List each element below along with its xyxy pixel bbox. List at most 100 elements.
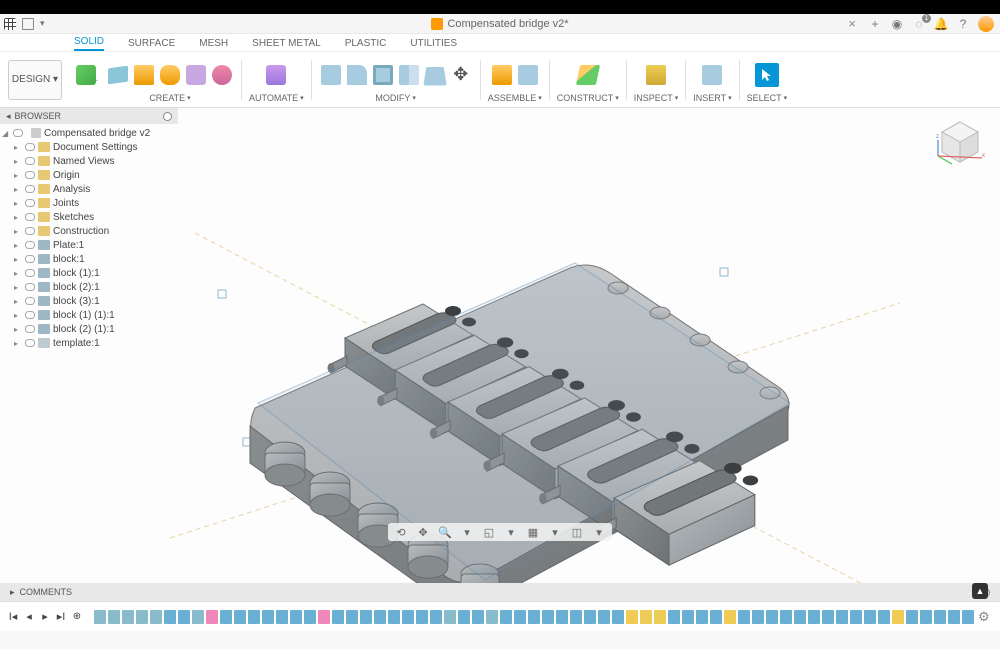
timeline-feature[interactable]	[430, 610, 442, 624]
tree-row[interactable]: ▸ block (2) (1):1	[0, 322, 178, 336]
timeline-feature[interactable]	[836, 610, 848, 624]
workspace-switcher[interactable]: DESIGN ▾	[8, 60, 62, 100]
tree-toggle-icon[interactable]: ▸	[14, 143, 22, 152]
timeline-feature[interactable]	[780, 610, 792, 624]
timeline-feature[interactable]	[724, 610, 736, 624]
timeline-feature[interactable]	[584, 610, 596, 624]
ribbon-tab-surface[interactable]: SURFACE	[128, 38, 175, 51]
tree-toggle-icon[interactable]: ▸	[14, 213, 22, 222]
timeline-feature[interactable]	[934, 610, 946, 624]
tree-row[interactable]: ▸ block (1):1	[0, 266, 178, 280]
visibility-icon[interactable]	[25, 143, 35, 151]
timeline-feature[interactable]	[318, 610, 330, 624]
visibility-icon[interactable]	[25, 269, 35, 277]
emboss-icon[interactable]	[210, 63, 234, 87]
timeline-feature[interactable]	[850, 610, 862, 624]
tree-toggle-icon[interactable]: ▸	[14, 283, 22, 292]
visibility-icon[interactable]	[25, 157, 35, 165]
tree-toggle-icon[interactable]: ▸	[14, 269, 22, 278]
tree-row[interactable]: ▸ Origin	[0, 168, 178, 182]
zoom-icon[interactable]: 🔍	[436, 524, 454, 540]
visibility-icon[interactable]	[25, 255, 35, 263]
hole-icon[interactable]	[184, 63, 208, 87]
tree-toggle-icon[interactable]: ◢	[2, 129, 10, 138]
ribbon-tab-sheet-metal[interactable]: SHEET METAL	[252, 38, 321, 51]
timeline-feature[interactable]	[374, 610, 386, 624]
construct-label[interactable]: CONSTRUCT	[557, 93, 614, 103]
timeline-feature[interactable]	[612, 610, 624, 624]
joint-icon[interactable]	[490, 63, 514, 87]
viewport-layout-icon[interactable]: ▾	[546, 524, 564, 540]
comments-expand-icon[interactable]: ▸	[10, 587, 15, 598]
help-icon[interactable]: ?	[956, 17, 970, 31]
ribbon-tab-solid[interactable]: SOLID	[74, 36, 104, 51]
ribbon-tab-mesh[interactable]: MESH	[199, 38, 228, 51]
timeline-feature[interactable]	[206, 610, 218, 624]
viewport-more-icon[interactable]: ▾	[590, 524, 608, 540]
measure-icon[interactable]	[644, 63, 668, 87]
timeline-start-icon[interactable]: I◂	[6, 610, 20, 624]
timeline-feature[interactable]	[570, 610, 582, 624]
tree-row[interactable]: ▸ block (3):1	[0, 294, 178, 308]
timeline-feature[interactable]	[696, 610, 708, 624]
timeline-feature[interactable]	[248, 610, 260, 624]
tree-row[interactable]: ▸ Document Settings	[0, 140, 178, 154]
as-built-joint-icon[interactable]	[516, 63, 540, 87]
tree-toggle-icon[interactable]: ▸	[14, 311, 22, 320]
grid-icon[interactable]: ▦	[524, 524, 542, 540]
look-at-icon[interactable]: ◱	[480, 524, 498, 540]
timeline-feature[interactable]	[458, 610, 470, 624]
tree-row[interactable]: ▸ Sketches	[0, 210, 178, 224]
timeline-feature[interactable]	[500, 610, 512, 624]
extrude-icon[interactable]	[132, 63, 156, 87]
select-tool-icon[interactable]	[755, 63, 779, 87]
timeline-fwd-icon[interactable]: ▸I	[54, 610, 68, 624]
timeline-feature[interactable]	[640, 610, 652, 624]
new-sketch-icon[interactable]: +	[74, 63, 98, 87]
timeline-feature[interactable]	[682, 610, 694, 624]
visibility-icon[interactable]	[25, 185, 35, 193]
tree-row[interactable]: ▸ block (1) (1):1	[0, 308, 178, 322]
active-radio-icon[interactable]	[153, 129, 161, 137]
timeline-feature[interactable]	[878, 610, 890, 624]
job-status-icon[interactable]: ◌1	[912, 17, 926, 31]
display-settings-icon[interactable]: ▾	[502, 524, 520, 540]
tree-row[interactable]: ▸ template:1	[0, 336, 178, 350]
timeline-feature[interactable]	[94, 610, 106, 624]
tree-toggle-icon[interactable]: ▸	[14, 297, 22, 306]
timeline-feature[interactable]	[598, 610, 610, 624]
snapshot-icon[interactable]: ▲	[972, 583, 988, 599]
visibility-icon[interactable]	[25, 325, 35, 333]
visibility-icon[interactable]	[25, 199, 35, 207]
shell-icon[interactable]	[371, 63, 395, 87]
timeline-play-icon[interactable]: ▸	[38, 610, 52, 624]
timeline-feature[interactable]	[668, 610, 680, 624]
tree-row[interactable]: ▸ Plate:1	[0, 238, 178, 252]
tree-row[interactable]: ▸ Construction	[0, 224, 178, 238]
orbit-icon[interactable]: ⟲	[392, 524, 410, 540]
tree-root-row[interactable]: ◢ Compensated bridge v2	[0, 126, 178, 140]
timeline-feature[interactable]	[178, 610, 190, 624]
notification-icon[interactable]: 🔔	[934, 17, 948, 31]
plane-icon[interactable]	[576, 63, 600, 87]
timeline-feature[interactable]	[136, 610, 148, 624]
save-dropdown-icon[interactable]: ▾	[40, 18, 45, 29]
timeline-feature[interactable]	[892, 610, 904, 624]
viewport-split-icon[interactable]: ◫	[568, 524, 586, 540]
visibility-icon[interactable]	[25, 283, 35, 291]
browser-pin-icon[interactable]	[163, 112, 172, 121]
close-tab-button[interactable]: ×	[848, 16, 856, 31]
ribbon-tab-plastic[interactable]: PLASTIC	[345, 38, 387, 51]
data-panel-icon[interactable]	[22, 18, 34, 30]
move-icon[interactable]: ✥	[449, 63, 473, 87]
visibility-icon[interactable]	[25, 241, 35, 249]
tree-row[interactable]: ▸ Analysis	[0, 182, 178, 196]
timeline-feature[interactable]	[276, 610, 288, 624]
comments-bar[interactable]: ▸COMMENTS ▲	[0, 583, 1000, 601]
visibility-icon[interactable]	[25, 311, 35, 319]
timeline-feature[interactable]	[164, 610, 176, 624]
user-avatar[interactable]	[978, 16, 994, 32]
timeline-feature[interactable]	[808, 610, 820, 624]
visibility-icon[interactable]	[25, 339, 35, 347]
insert-label[interactable]: INSERT	[693, 93, 726, 103]
